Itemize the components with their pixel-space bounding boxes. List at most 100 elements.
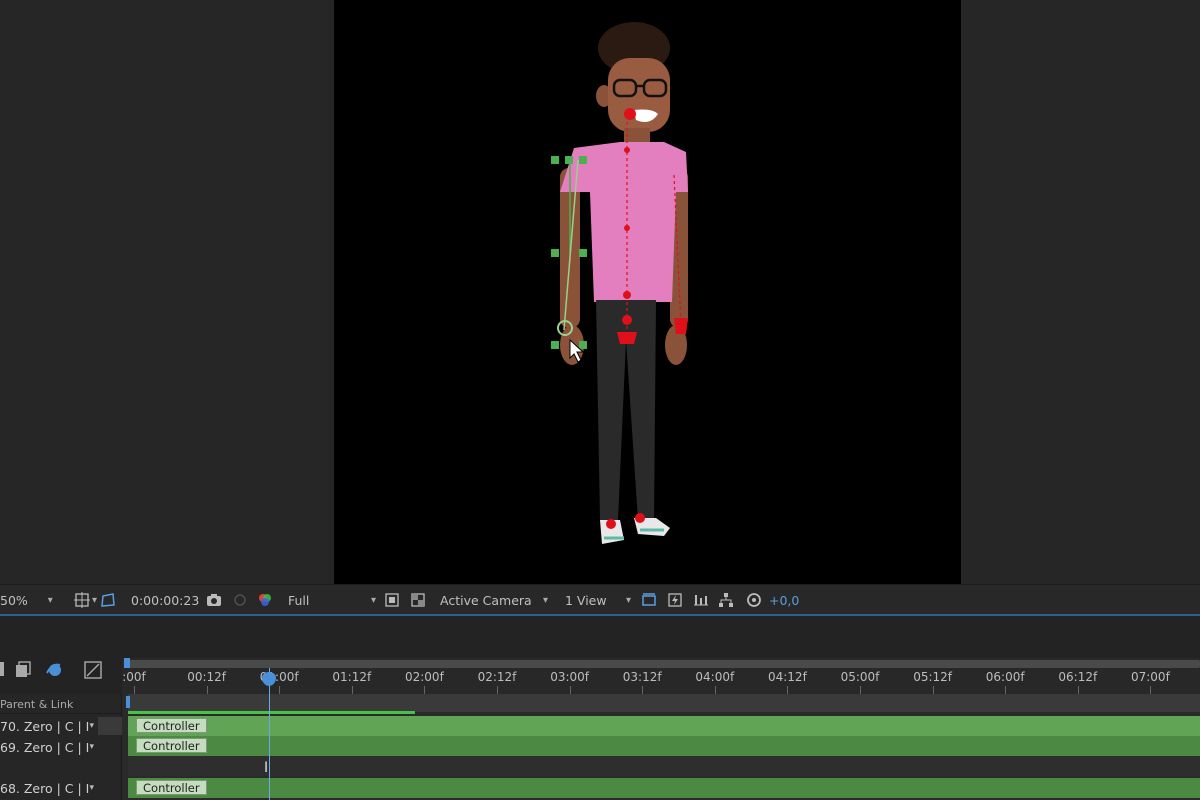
toggle-pixel-aspect-button[interactable]	[641, 585, 657, 615]
rendered-preview-indicator	[128, 711, 415, 714]
ruler-tick-mark	[1077, 686, 1079, 694]
comp-flowchart-icon[interactable]	[14, 661, 32, 679]
chevron-down-icon[interactable]: ▾	[89, 783, 94, 793]
ruler-tick-mark	[1005, 686, 1007, 694]
work-area-start-handle[interactable]	[124, 658, 130, 668]
fast-previews-button[interactable]	[667, 585, 683, 615]
show-snapshot-button[interactable]	[232, 585, 248, 615]
current-time-display[interactable]: 0:00:00:23	[131, 585, 199, 615]
in-point-marker[interactable]	[126, 696, 130, 708]
clip-label: Controller	[136, 780, 207, 795]
ik-handle-elbow-2[interactable]	[579, 249, 587, 257]
mask-path-icon	[101, 593, 115, 607]
layer-row-68[interactable]: 68. Zero | C | I ▾	[0, 778, 122, 798]
clip-label: Controller	[136, 738, 207, 753]
flowchart-button[interactable]	[718, 585, 734, 615]
pin-right-hand[interactable]	[674, 318, 688, 334]
timeline-button[interactable]	[693, 585, 709, 615]
timecode-value: 0:00:00:23	[131, 592, 200, 608]
ruler-tick-mark	[860, 686, 861, 694]
view-layout-dropdown[interactable]: 1 View ▾	[565, 585, 631, 615]
region-of-interest-button[interactable]	[384, 585, 400, 615]
text-cursor-icon: I	[264, 760, 269, 776]
ik-handle-shoulder-2[interactable]	[565, 156, 573, 164]
mask-visibility-button[interactable]	[100, 585, 116, 615]
ik-handle-shoulder-3[interactable]	[579, 156, 587, 164]
ruler-tick-label: :00f	[122, 670, 146, 684]
channel-button[interactable]	[257, 585, 273, 615]
pin-neck[interactable]	[624, 108, 636, 120]
ruler-tick-mark	[206, 686, 208, 694]
ruler-tick-mark	[497, 686, 498, 694]
ik-handle-hand-2[interactable]	[579, 341, 587, 349]
exposure-icon	[747, 593, 761, 607]
motion-blur-icon[interactable]	[44, 661, 64, 679]
character-illustration	[551, 22, 688, 544]
layer-bar-69[interactable]: Controller	[128, 736, 1200, 756]
ruler-tick-mark	[279, 686, 281, 694]
time-ruler[interactable]: :00f 00:12f 01:00f 01:12f 02:00f 02:12f 03:00f…	[122, 658, 1200, 694]
fast-previews-icon	[668, 593, 682, 607]
layer-row-70[interactable]: 70. Zero | C | I ▾	[0, 716, 122, 736]
ruler-tick-mark	[424, 686, 426, 694]
ruler-tick-mark	[569, 686, 571, 694]
zoom-dropdown[interactable]: 50% ▾	[0, 585, 53, 615]
ruler-tick-label: 07:00f	[1130, 670, 1170, 684]
chevron-down-icon[interactable]: ▾	[89, 721, 94, 731]
ik-handle-hand-1[interactable]	[551, 341, 559, 349]
work-area-bar[interactable]	[128, 660, 1200, 668]
ruler-tick-label: 05:12f	[913, 670, 952, 684]
graph-editor-icon[interactable]	[83, 660, 103, 680]
snapshot-show-icon	[234, 594, 246, 606]
layer-panel: Parent & Link 70. Zero | C | I ▾ 69. Zer…	[0, 694, 122, 800]
transparency-grid-icon	[411, 593, 425, 607]
grid-icon	[74, 592, 90, 608]
zoom-value: 50%	[0, 592, 28, 608]
pin-hips[interactable]	[617, 332, 637, 344]
ik-handle-shoulder-1[interactable]	[551, 156, 559, 164]
ruler-tick-label: 02:00f	[404, 670, 444, 684]
ruler-tick-label: 05:00f	[840, 670, 880, 684]
partial-icon	[0, 662, 4, 676]
ruler-tick-label: 03:12f	[622, 670, 662, 684]
chevron-down-icon[interactable]: ▾	[89, 742, 94, 752]
camera-view-value: Active Camera	[440, 592, 532, 608]
rgb-channels-icon	[259, 594, 271, 606]
flowchart-icon	[719, 593, 733, 607]
resolution-dropdown[interactable]: Full ▾	[288, 585, 376, 615]
region-icon	[385, 593, 399, 607]
layer-switch[interactable]	[98, 717, 122, 735]
camera-icon	[207, 594, 221, 606]
composition-viewer[interactable]	[0, 0, 1200, 584]
composition-canvas[interactable]	[334, 0, 961, 584]
transparency-grid-button[interactable]	[410, 585, 426, 615]
chevron-down-icon: ▾	[370, 594, 376, 606]
camera-view-dropdown[interactable]: Active Camera ▾	[440, 585, 548, 615]
chevron-down-icon: ▾	[625, 594, 631, 606]
snapshot-button[interactable]	[206, 585, 222, 615]
layer-bar-70[interactable]: Controller	[128, 716, 1200, 736]
view-layout-value: 1 View	[565, 592, 607, 608]
ruler-tick-label: 01:12f	[332, 670, 372, 684]
playhead-line[interactable]	[269, 668, 270, 800]
layer-row-69[interactable]: 69. Zero | C | I ▾	[0, 737, 122, 757]
parent-track-header	[128, 694, 1200, 712]
ruler-tick-label: 06:00f	[985, 670, 1025, 684]
ruler-tick-mark	[134, 686, 135, 694]
exposure-text: +0,0	[769, 592, 800, 608]
viewer-toolbar: 50% ▾ ▾ 0:00:00:23 Full ▾ Active Camera …	[0, 584, 1200, 614]
timeline-tracks[interactable]: Controller Controller Controller	[122, 694, 1200, 800]
layer-row-empty[interactable]	[0, 757, 122, 777]
ruler-tick-label: 04:00f	[695, 670, 735, 684]
layer-bar-68[interactable]: Controller	[128, 778, 1200, 798]
resolution-value: Full	[288, 592, 310, 608]
ik-handle-elbow-1[interactable]	[551, 249, 559, 257]
ruler-tick-mark	[714, 686, 716, 694]
reset-exposure-button[interactable]	[746, 585, 762, 615]
chevron-down-icon: ▾	[92, 594, 98, 606]
grid-guides-button[interactable]: ▾	[74, 585, 97, 615]
ruler-tick-label: 02:12f	[477, 670, 517, 684]
ruler-tick-mark	[1150, 686, 1152, 694]
exposure-value[interactable]: +0,0	[769, 585, 799, 615]
layer-bar-empty[interactable]	[128, 756, 1200, 776]
